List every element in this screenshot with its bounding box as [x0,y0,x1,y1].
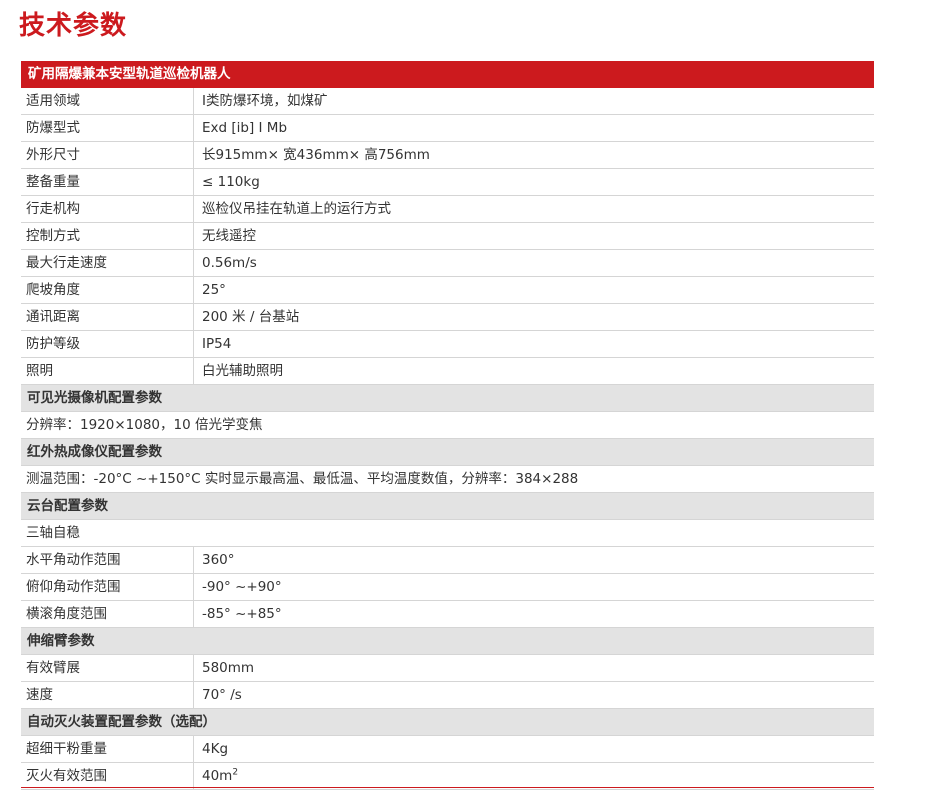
spec-table: 矿用隔爆兼本安型轨道巡检机器人 适用领域 Ⅰ类防爆环境，如煤矿 防爆型式 Exd… [21,61,874,790]
row-value: 分辨率：1920×1080，10 倍光学变焦 [26,417,263,433]
row-value: ≤ 110kg [202,174,260,190]
row-label: 爬坡角度 [21,277,194,303]
table-row-roll-range: 横滚角度范围 -85° ~+85° [21,601,874,628]
section-infrared: 红外热成像仪配置参数 [21,439,874,466]
row-label: 超细干粉重量 [21,736,194,762]
section-visible-camera: 可见光摄像机配置参数 [21,385,874,412]
unit-superscript: 2 [232,767,239,778]
row-label: 照明 [21,358,194,384]
page-title: 技术参数 [19,11,128,41]
table-row-application: 适用领域 Ⅰ类防爆环境，如煤矿 [21,88,874,115]
row-value: 580mm [202,660,255,676]
row-label: 防爆型式 [21,115,194,141]
row-label: 通讯距离 [21,304,194,330]
row-label: 最大行走速度 [21,250,194,276]
row-label: 外形尺寸 [21,142,194,168]
section-gimbal: 云台配置参数 [21,493,874,520]
range-value: 40m [202,768,233,784]
table-row-protection-level: 防护等级 IP54 [21,331,874,358]
row-label: 防护等级 [21,331,194,357]
row-value: 长915mm× 宽436mm× 高756mm [202,147,430,163]
section-telescopic-arm: 伸缩臂参数 [21,628,874,655]
row-label: 控制方式 [21,223,194,249]
table-row-effective-range: 灭火有效范围 40m2 [21,763,874,790]
bottom-rule [21,787,874,788]
table-row-dimensions: 外形尺寸 长915mm× 宽436mm× 高756mm [21,142,874,169]
row-label: 速度 [21,682,194,708]
row-value: 测温范围：-20°C ~+150°C 实时显示最高温、最低温、平均温度数值，分辨… [26,471,579,487]
table-row-max-speed: 最大行走速度 0.56m/s [21,250,874,277]
table-header: 矿用隔爆兼本安型轨道巡检机器人 [21,61,874,88]
table-row-arm-speed: 速度 70° /s [21,682,874,709]
row-value: 4Kg [202,741,229,757]
table-row-tilt-range: 俯仰角动作范围 -90° ~+90° [21,574,874,601]
row-label: 水平角动作范围 [21,547,194,573]
table-row-weight: 整备重量 ≤ 110kg [21,169,874,196]
row-value: -85° ~+85° [202,606,282,622]
row-value: IP54 [202,336,232,352]
row-label: 有效臂展 [21,655,194,681]
row-value: 360° [202,552,235,568]
row-value: 三轴自稳 [26,525,80,541]
row-value: 200 米 / 台基站 [202,309,300,325]
row-label: 行走机构 [21,196,194,222]
row-value: Ⅰ类防爆环境，如煤矿 [202,93,328,109]
row-value: 白光辅助照明 [202,363,283,379]
section-fire-extinguisher: 自动灭火装置配置参数（选配） [21,709,874,736]
table-row-gimbal-stabilization: 三轴自稳 [21,520,874,547]
row-value: -90° ~+90° [202,579,282,595]
table-row-powder-weight: 超细干粉重量 4Kg [21,736,874,763]
row-label: 适用领域 [21,88,194,114]
row-value: 巡检仪吊挂在轨道上的运行方式 [202,201,391,217]
table-row-climb-angle: 爬坡角度 25° [21,277,874,304]
row-value: Exd [ib] Ⅰ Mb [202,120,288,136]
table-row-explosion-type: 防爆型式 Exd [ib] Ⅰ Mb [21,115,874,142]
row-label: 整备重量 [21,169,194,195]
table-row-visible-camera-spec: 分辨率：1920×1080，10 倍光学变焦 [21,412,874,439]
table-row-infrared-spec: 测温范围：-20°C ~+150°C 实时显示最高温、最低温、平均温度数值，分辨… [21,466,874,493]
table-row-travel-mechanism: 行走机构 巡检仪吊挂在轨道上的运行方式 [21,196,874,223]
row-value: 0.56m/s [202,255,257,271]
row-label: 灭火有效范围 [21,763,194,789]
row-value: 25° [202,282,226,298]
row-value: 无线遥控 [202,228,256,244]
table-row-comm-distance: 通讯距离 200 米 / 台基站 [21,304,874,331]
row-label: 横滚角度范围 [21,601,194,627]
table-row-arm-span: 有效臂展 580mm [21,655,874,682]
row-value: 70° /s [202,687,242,703]
row-value: 40m2 [194,763,874,789]
table-row-lighting: 照明 白光辅助照明 [21,358,874,385]
row-label: 俯仰角动作范围 [21,574,194,600]
table-row-pan-range: 水平角动作范围 360° [21,547,874,574]
table-row-control-mode: 控制方式 无线遥控 [21,223,874,250]
